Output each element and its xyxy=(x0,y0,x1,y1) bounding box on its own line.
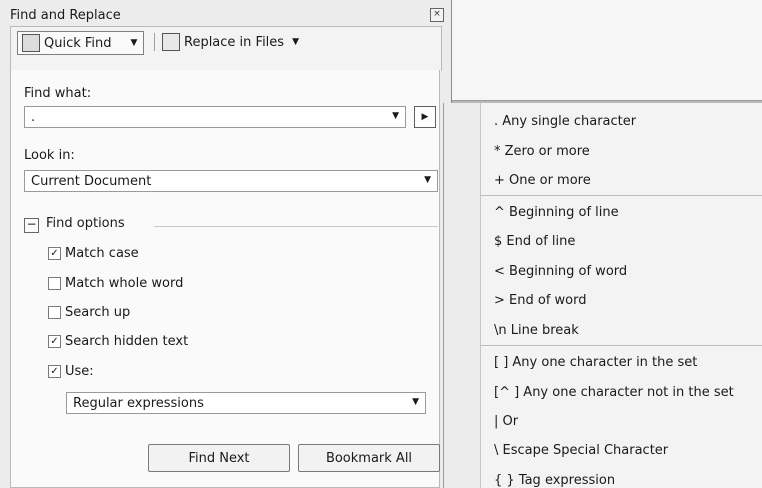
menu-item-zero-or-more[interactable]: * Zero or more xyxy=(494,144,590,159)
toolbar-separator xyxy=(154,33,155,51)
match-case-label: Match case xyxy=(65,246,139,261)
menu-item-beginning-of-word[interactable]: < Beginning of word xyxy=(494,264,627,279)
menu-gutter xyxy=(444,103,481,488)
menu-item-or[interactable]: | Or xyxy=(494,414,518,429)
menu-separator xyxy=(481,195,762,196)
find-what-label: Find what: xyxy=(24,86,92,101)
collapse-icon[interactable]: − xyxy=(24,218,39,233)
use-label: Use: xyxy=(65,364,94,379)
match-case-checkbox[interactable]: ✓ Match case xyxy=(48,246,139,261)
menu-item-any-one-character-in-set[interactable]: [ ] Any one character in the set xyxy=(494,355,697,370)
dialog-titlebar: Find and Replace × xyxy=(10,6,450,26)
chevron-down-icon: ▼ xyxy=(130,38,138,48)
find-options-label: Find options xyxy=(46,216,125,231)
search-up-label: Search up xyxy=(65,305,131,320)
menu-separator xyxy=(481,345,762,346)
document-area xyxy=(452,0,762,101)
use-checkbox[interactable]: ✓ Use: xyxy=(48,364,94,379)
search-hidden-text-label: Search hidden text xyxy=(65,334,189,349)
find-next-label: Find Next xyxy=(188,450,250,466)
quick-find-dropdown-button[interactable]: ▼ xyxy=(125,31,144,55)
find-what-value: . xyxy=(31,110,36,125)
bookmark-all-button[interactable]: Bookmark All xyxy=(298,444,440,472)
regex-menu: . Any single character * Zero or more + … xyxy=(443,103,762,488)
use-select[interactable]: Regular expressions ▼ xyxy=(66,392,426,414)
look-in-label: Look in: xyxy=(24,148,75,163)
menu-item-end-of-word[interactable]: > End of word xyxy=(494,293,586,308)
chevron-down-icon: ▼ xyxy=(424,175,431,185)
match-whole-word-checkbox[interactable]: Match whole word xyxy=(48,276,183,291)
replace-in-files-label: Replace in Files xyxy=(184,34,285,50)
expression-builder-button[interactable]: ▶ xyxy=(414,106,436,128)
menu-item-any-single-character[interactable]: . Any single character xyxy=(494,114,636,129)
checkbox-icon: ✓ xyxy=(48,365,61,378)
match-whole-word-label: Match whole word xyxy=(65,276,184,291)
search-up-checkbox[interactable]: Search up xyxy=(48,305,130,320)
menu-item-end-of-line[interactable]: $ End of line xyxy=(494,234,575,249)
quick-find-label: Quick Find xyxy=(44,35,112,51)
menu-item-any-one-character-not-in-set[interactable]: [^ ] Any one character not in the set xyxy=(494,385,734,400)
chevron-right-icon: ▶ xyxy=(421,112,429,122)
chevron-down-icon: ▼ xyxy=(292,37,299,47)
look-in-select[interactable]: Current Document ▼ xyxy=(24,170,438,192)
chevron-down-icon: ▼ xyxy=(412,397,419,407)
replace-files-icon xyxy=(162,33,180,51)
find-replace-dialog: Find and Replace × Quick Find ▼ Replace … xyxy=(0,0,452,488)
search-hidden-text-checkbox[interactable]: ✓ Search hidden text xyxy=(48,334,188,349)
use-value: Regular expressions xyxy=(73,396,204,411)
group-divider xyxy=(154,226,438,227)
toolbar-row: Quick Find ▼ Replace in Files ▼ xyxy=(11,27,441,57)
binoculars-icon xyxy=(22,34,40,52)
look-in-value: Current Document xyxy=(31,174,152,189)
menu-item-tag-expression[interactable]: { } Tag expression xyxy=(494,473,615,488)
chevron-down-icon: ▼ xyxy=(392,111,399,121)
checkbox-icon xyxy=(48,277,61,290)
replace-in-files-button[interactable]: Replace in Files ▼ xyxy=(162,31,299,53)
toolbar: Quick Find ▼ Replace in Files ▼ xyxy=(10,26,442,71)
dialog-title: Find and Replace xyxy=(10,8,121,23)
find-next-button[interactable]: Find Next xyxy=(148,444,290,472)
quick-find-button[interactable]: Quick Find xyxy=(17,31,127,55)
menu-item-line-break[interactable]: \n Line break xyxy=(494,323,579,338)
menu-item-escape-special-character[interactable]: \ Escape Special Character xyxy=(494,443,668,458)
close-icon[interactable]: × xyxy=(430,8,444,22)
checkbox-icon: ✓ xyxy=(48,335,61,348)
menu-item-beginning-of-line[interactable]: ^ Beginning of line xyxy=(494,205,619,220)
menu-item-one-or-more[interactable]: + One or more xyxy=(494,173,591,188)
bookmark-all-label: Bookmark All xyxy=(325,450,413,466)
find-what-combo[interactable]: . ▼ xyxy=(24,106,406,128)
checkbox-icon xyxy=(48,306,61,319)
checkbox-icon: ✓ xyxy=(48,247,61,260)
